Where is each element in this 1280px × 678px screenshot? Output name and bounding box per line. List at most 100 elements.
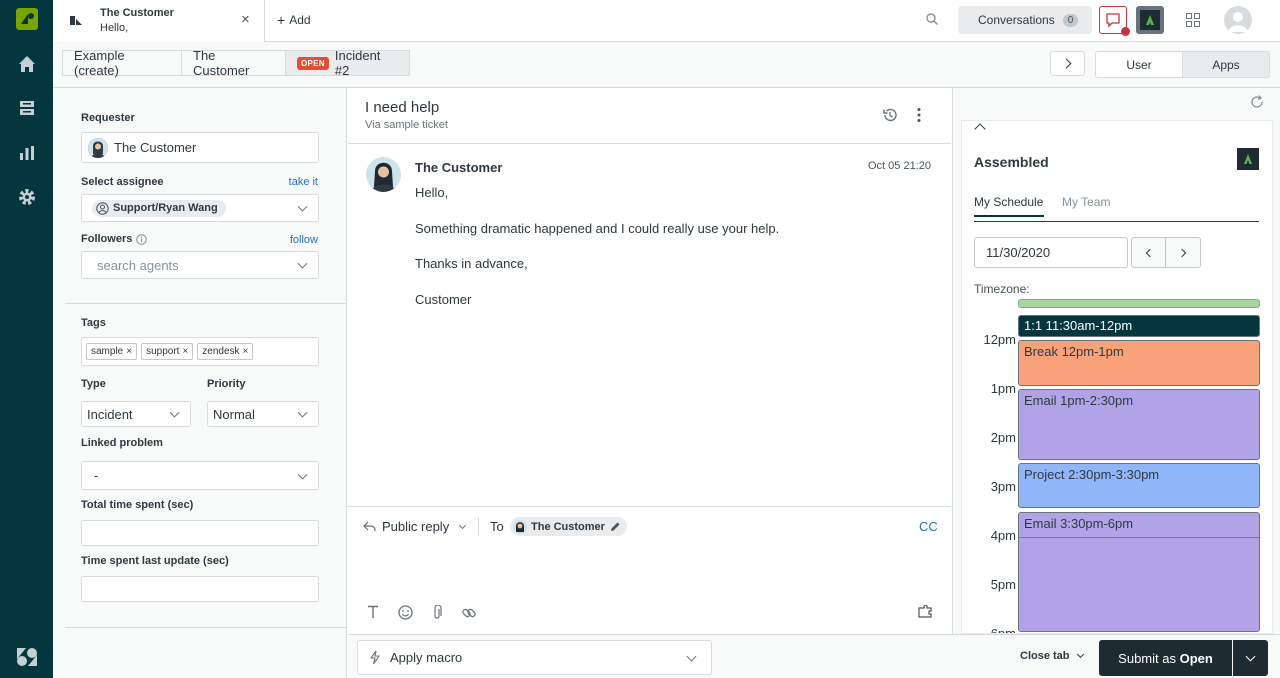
tab-my-schedule[interactable]: My Schedule [974,195,1044,217]
collapse-chevron-icon[interactable] [974,123,986,135]
tag-item[interactable]: zendesk × [197,343,254,360]
next-button[interactable] [1050,51,1085,76]
take-it-link[interactable]: take it [289,176,318,188]
views-icon[interactable] [14,95,40,121]
close-tab-icon[interactable]: × [241,11,250,28]
to-label: To [490,519,504,534]
assignee-label: Select assignee [81,176,164,188]
ticket-subject[interactable]: I need help [365,99,439,116]
message-author[interactable]: The Customer [415,160,502,175]
priority-select[interactable]: Normal [207,401,319,427]
home-icon[interactable] [14,51,40,77]
requester-label: Requester [81,112,135,124]
remove-tag-icon[interactable]: × [243,346,249,357]
submit-button[interactable]: Submit as Open [1099,640,1232,676]
tab-apps[interactable]: Apps [1182,51,1270,78]
remove-tag-icon[interactable]: × [182,346,188,357]
user-avatar[interactable] [1224,6,1252,34]
breadcrumb-ticket[interactable]: OPEN Incident #2 [286,48,410,78]
breadcrumb-org[interactable]: Example (create) [62,48,182,78]
zendesk-z-icon[interactable] [14,644,40,670]
next-day-button[interactable] [1165,237,1201,268]
breadcrumb-user[interactable]: The Customer [182,48,286,78]
hour-label: 12pm [983,332,1016,347]
remove-tag-icon[interactable]: × [126,346,132,357]
status-badge: OPEN [297,56,329,70]
assignee-select[interactable]: Support/Ryan Wang [81,194,319,222]
emoji-icon[interactable] [398,605,413,623]
admin-gear-icon[interactable] [14,184,40,210]
text-format-icon[interactable] [367,605,379,622]
product-nav [0,0,53,678]
tab-user[interactable]: User [1095,51,1183,78]
chat-bubble-icon [1106,13,1120,28]
schedule-event[interactable]: Project 2:30pm-3:30pm [1018,463,1260,508]
date-input[interactable]: 11/30/2020 [974,237,1128,268]
last-update-input[interactable] [81,576,319,602]
tag-label: zendesk [202,346,240,357]
info-icon [136,233,148,245]
tags-input[interactable]: sample × support × zendesk × [81,337,319,366]
assembled-logo-icon [1140,10,1160,30]
search-icon[interactable] [925,12,939,29]
tag-item[interactable]: sample × [86,343,138,360]
close-tab-select[interactable]: Close tab [1020,650,1084,662]
tab-my-team[interactable]: My Team [1062,195,1110,209]
prev-day-button[interactable] [1131,237,1166,268]
product-tray-icon[interactable] [1186,13,1200,30]
schedule-event[interactable]: 1:1 11:30am-12pm [1018,315,1260,337]
tag-label: support [146,346,180,357]
chevron-right-icon [1177,248,1186,257]
zendesk-logo-icon[interactable] [14,6,40,32]
recipient-pill[interactable]: The Customer [510,517,627,536]
composer-apps-icon[interactable] [917,604,933,622]
reply-composer[interactable]: Public reply To The Customer CC [348,506,951,633]
requester-field[interactable]: The Customer [81,132,319,163]
schedule-event[interactable]: Email 3:30pm-6pm [1018,512,1260,632]
apply-macro-select[interactable]: Apply macro [357,640,712,675]
hour-label: 5pm [990,577,1016,592]
type-select[interactable]: Incident [81,401,191,427]
plus-icon: + [277,12,286,28]
add-tab-button[interactable]: + Add [277,12,311,28]
schedule-event[interactable]: Break 12pm-1pm [1018,340,1260,386]
recipient-avatar [513,519,527,534]
alert-dot-icon [1121,27,1130,36]
hour-label: 3pm [990,479,1016,494]
follow-link[interactable]: follow [290,234,318,246]
total-time-input[interactable] [81,520,319,546]
pencil-icon[interactable] [609,521,621,533]
followers-input[interactable]: search agents [81,251,319,279]
last-update-label: Time spent last update (sec) [81,555,229,567]
attachment-icon[interactable] [432,604,442,623]
reply-type-select[interactable]: Public reply [363,519,469,534]
more-options-icon[interactable] [917,107,921,126]
reporting-icon[interactable] [14,140,40,166]
conversation-pane: I need help Via sample ticket The Custom… [348,88,951,678]
assignee-pill: Support/Ryan Wang [92,199,226,217]
message-line: Thanks in advance, [415,256,528,271]
cc-button[interactable]: CC [919,519,938,534]
assembled-app-card: Assembled My Schedule My Team 11/30/2020… [961,120,1273,634]
event-label: Project 2:30pm-3:30pm [1024,467,1160,482]
schedule-event[interactable] [1018,299,1260,308]
linked-problem-select[interactable]: - [81,461,319,490]
ticket-tab-title: The Customer [100,7,174,19]
ticket-tab[interactable]: The Customer Hello, × [53,0,265,42]
link-icon[interactable] [461,605,477,624]
total-time-label: Total time spent (sec) [81,499,194,511]
type-label: Type [81,378,106,390]
history-icon[interactable] [882,107,898,126]
conversations-button[interactable]: Conversations 0 [958,6,1093,34]
chevron-down-icon [459,521,467,529]
notifications-button[interactable] [1099,6,1130,36]
lightning-icon [370,650,380,665]
schedule-event[interactable]: Email 1pm-2:30pm [1018,389,1260,460]
assembled-app-button[interactable] [1136,6,1164,34]
chevron-down-icon [169,407,180,418]
divider [65,303,347,304]
tag-item[interactable]: support × [141,343,194,360]
followers-label-row: Followers [81,233,148,245]
reload-icon[interactable] [1250,95,1264,112]
submit-options-button[interactable] [1233,640,1268,676]
